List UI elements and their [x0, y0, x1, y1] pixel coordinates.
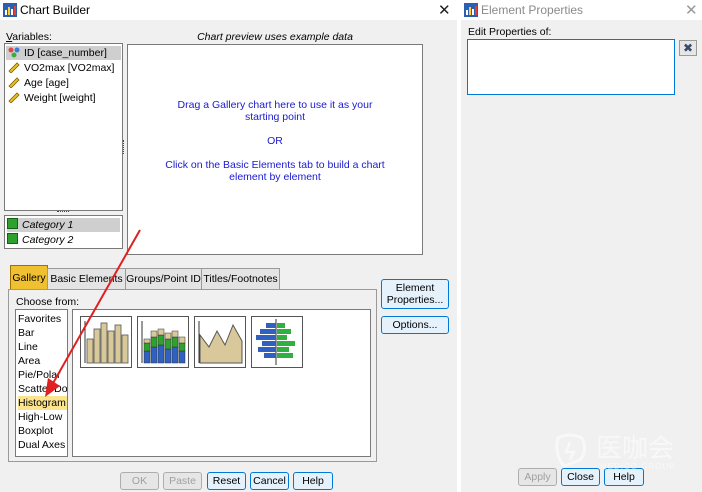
variable-label: Weight [weight] [24, 92, 96, 104]
variable-item-weight[interactable]: Weight [weight] [8, 91, 96, 105]
variable-item-age[interactable]: Age [age] [8, 76, 69, 90]
chart-type-favorites[interactable]: Favorites [18, 312, 67, 326]
element-properties-title: Element Properties [481, 3, 584, 17]
histogram-stacked-thumbnail[interactable] [137, 316, 189, 368]
chart-type-pie-polar[interactable]: Pie/Polar [18, 368, 67, 382]
variables-label: Variables: [6, 31, 52, 43]
gallery-tab-panel: Choose from: Favorites Bar Line Area Pie… [8, 289, 377, 462]
variable-label: ID [case_number] [24, 47, 107, 59]
element-properties-titlebar: Element Properties ✕ [461, 0, 702, 20]
reset-button[interactable]: Reset [207, 472, 246, 490]
chart-type-boxplot[interactable]: Boxplot [18, 424, 67, 438]
splitter-handle-horizontal[interactable] [57, 211, 69, 214]
element-properties-label-1: Element [395, 282, 435, 294]
scale-variable-icon [8, 92, 20, 103]
histogram-simple-thumbnail[interactable] [80, 316, 132, 368]
chart-type-line[interactable]: Line [18, 340, 67, 354]
chart-type-list[interactable]: Favorites Bar Line Area Pie/Polar Scatte… [15, 309, 68, 457]
help-button[interactable]: Help [293, 472, 333, 490]
canvas-text-line2: starting point [244, 111, 306, 123]
edit-properties-list[interactable] [467, 39, 675, 95]
chart-builder-app-icon [3, 3, 17, 17]
variable-label: Age [age] [24, 77, 69, 89]
variable-label: VO2max [VO2max] [24, 62, 115, 74]
options-button[interactable]: Options... [381, 316, 449, 334]
variable-item-vo2max[interactable]: VO2max [VO2max] [8, 61, 114, 75]
close-icon[interactable]: ✕ [438, 1, 451, 19]
preview-note: Chart preview uses example data [197, 31, 353, 43]
category-label: Category 1 [22, 219, 74, 231]
chart-type-high-low[interactable]: High-Low [18, 410, 67, 424]
chart-canvas-dropzone[interactable]: Drag a Gallery chart here to use it as y… [127, 44, 423, 255]
category-item-1: Category 1 [7, 218, 120, 232]
element-properties-button[interactable]: Element Properties... [381, 279, 449, 309]
chart-builder-window: Chart Builder ✕ Variables: ID [case_numb… [0, 0, 457, 492]
canvas-text-or: OR [267, 135, 283, 147]
element-properties-window: Element Properties ✕ Edit Properties of:… [461, 0, 702, 492]
choose-from-label-text: Choose from: [16, 296, 80, 308]
window-title: Chart Builder [20, 3, 91, 17]
chart-type-dual-axes[interactable]: Dual Axes [18, 438, 67, 452]
variable-item-id[interactable]: ID [case_number] [6, 46, 121, 60]
variables-label-text: ariables: [12, 31, 52, 43]
tab-groups-point-id[interactable]: Groups/Point ID [125, 268, 202, 290]
nominal-variable-icon [8, 47, 20, 58]
variables-list[interactable]: ID [case_number] VO2max [VO2max] Age [ag… [4, 43, 123, 211]
population-pyramid-thumbnail[interactable] [251, 316, 303, 368]
category-square-icon [7, 233, 18, 244]
splitter-handle-vertical[interactable] [123, 140, 126, 154]
chart-type-histogram[interactable]: Histogram [18, 396, 67, 410]
chart-builder-titlebar: Chart Builder ✕ [0, 0, 457, 20]
chart-type-area[interactable]: Area [18, 354, 67, 368]
watermark-text: 医咖会 [596, 434, 675, 464]
watermark-subtext: MEDICO GROUP [600, 462, 676, 471]
ok-button[interactable]: OK [120, 472, 159, 490]
edit-properties-label: Edit Properties of: [468, 26, 552, 38]
canvas-text-line1: Drag a Gallery chart here to use it as y… [177, 99, 373, 111]
tab-basic-elements[interactable]: Basic Elements [47, 268, 126, 290]
chart-type-bar[interactable]: Bar [18, 326, 67, 340]
tab-gallery[interactable]: Gallery [10, 265, 48, 290]
element-properties-app-icon [464, 3, 478, 17]
cancel-button[interactable]: Cancel [250, 472, 289, 490]
delete-element-icon[interactable]: ✖ [679, 40, 697, 56]
watermark-icon [555, 433, 587, 468]
category-label: Category 2 [22, 234, 74, 246]
categories-list: Category 1 Category 2 [4, 215, 123, 249]
choose-from-label: Choose from: [16, 296, 79, 308]
close-icon[interactable]: ✕ [685, 1, 698, 19]
watermark-logo: 医咖会 MEDICO GROUP [550, 428, 700, 476]
canvas-text-line4: element by element [229, 171, 321, 183]
chart-type-scatter-dot[interactable]: Scatter/Dot [18, 382, 67, 396]
category-square-icon [7, 218, 18, 229]
paste-button[interactable]: Paste [163, 472, 202, 490]
scale-variable-icon [8, 62, 20, 73]
tab-titles-footnotes[interactable]: Titles/Footnotes [201, 268, 280, 290]
frequency-polygon-thumbnail[interactable] [194, 316, 246, 368]
scale-variable-icon [8, 77, 20, 88]
element-properties-label-2: Properties... [386, 294, 444, 306]
canvas-text-line3: Click on the Basic Elements tab to build… [165, 159, 385, 171]
category-item-2: Category 2 [7, 233, 120, 247]
